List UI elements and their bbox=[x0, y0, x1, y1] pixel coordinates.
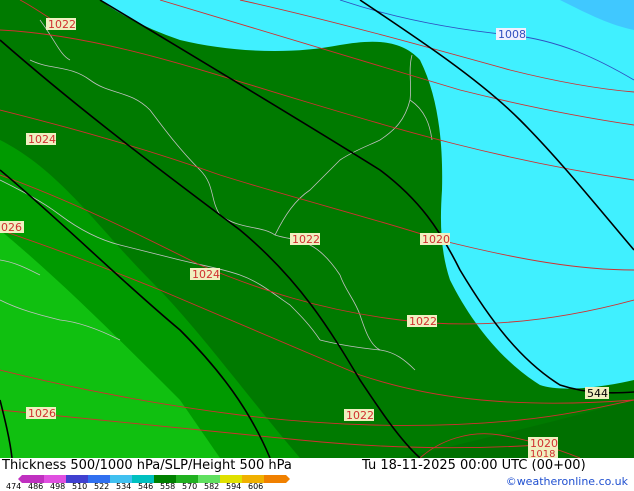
svg-text:026: 026 bbox=[1, 221, 22, 234]
isobar-label-2: 1008 bbox=[496, 28, 526, 41]
scale-arrow-right bbox=[286, 475, 290, 483]
svg-text:1024: 1024 bbox=[28, 133, 56, 146]
svg-text:1022: 1022 bbox=[409, 315, 437, 328]
isobar-label-1: 1022 bbox=[46, 18, 76, 31]
isobar-label-3: 1024 bbox=[26, 133, 56, 146]
svg-text:1022: 1022 bbox=[48, 18, 76, 31]
svg-text:1020: 1020 bbox=[422, 233, 450, 246]
isobar-label-8: 1022 bbox=[407, 315, 437, 328]
isobar-label-9: 1026 bbox=[26, 407, 56, 420]
weather-map: 1022 1008 1024 1022 1020 026 1024 1022 1… bbox=[0, 0, 634, 458]
credit-link[interactable]: ©weatheronline.co.uk bbox=[506, 475, 628, 488]
isobar-label-12: 1018 bbox=[528, 448, 558, 458]
isobar-label-6: 026 bbox=[0, 221, 24, 234]
isobar-label-10: 1022 bbox=[344, 409, 374, 422]
svg-text:1018: 1018 bbox=[530, 449, 555, 458]
svg-text:1008: 1008 bbox=[498, 28, 526, 41]
isobar-label-7: 1024 bbox=[190, 268, 220, 281]
isobar-label-4: 1022 bbox=[290, 233, 320, 246]
map-footer: Thickness 500/1000 hPa/SLP/Height 500 hP… bbox=[0, 458, 634, 491]
svg-text:1024: 1024 bbox=[192, 268, 220, 281]
height-label: 544 bbox=[585, 387, 609, 400]
isobar-label-5: 1020 bbox=[420, 233, 450, 246]
svg-text:544: 544 bbox=[587, 387, 608, 400]
svg-text:1022: 1022 bbox=[346, 409, 374, 422]
valid-time: Tu 18-11-2025 00:00 UTC (00+00) bbox=[362, 458, 586, 473]
map-title: Thickness 500/1000 hPa/SLP/Height 500 hP… bbox=[2, 458, 292, 473]
svg-text:1022: 1022 bbox=[292, 233, 320, 246]
svg-text:1026: 1026 bbox=[28, 407, 56, 420]
